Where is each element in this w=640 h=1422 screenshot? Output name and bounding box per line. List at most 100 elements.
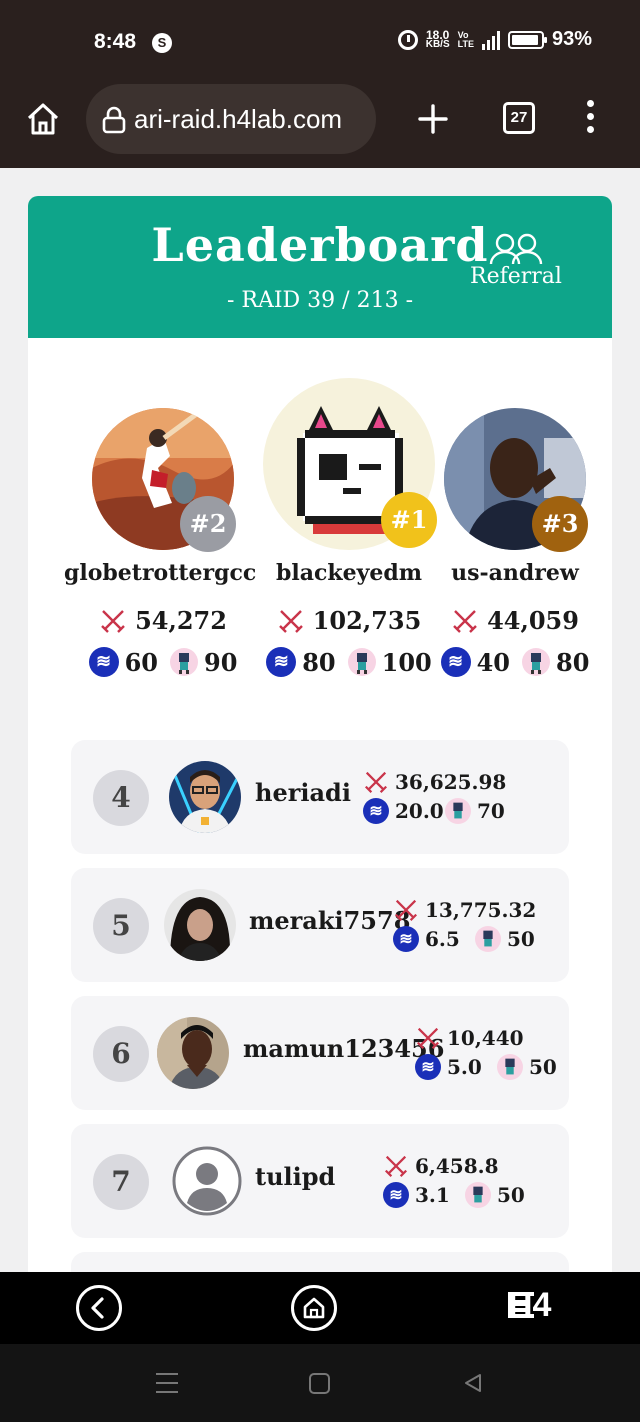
podium-tokens: 40 80 bbox=[430, 647, 600, 677]
avatar bbox=[169, 761, 241, 833]
sword-icon bbox=[453, 609, 477, 633]
row-score: 13,775.32 bbox=[393, 896, 536, 924]
raider-value: 50 bbox=[497, 1183, 525, 1207]
podium-name: blackeyedm bbox=[275, 560, 423, 586]
battery-percent: 93% bbox=[551, 28, 592, 50]
raider-value: 70 bbox=[477, 799, 505, 823]
ranking-row[interactable]: 5 meraki7578 13,775.32 6.5 50 bbox=[71, 868, 569, 982]
row-tokens: 6.5 50 bbox=[393, 924, 536, 954]
raider-value: 50 bbox=[507, 927, 535, 951]
raider-icon bbox=[170, 648, 198, 676]
browser-toolbar: ari-raid.h4lab.com 27 bbox=[0, 84, 640, 168]
ranking-row[interactable]: 6 mamun123456 10,440 5.0 50 bbox=[71, 996, 569, 1110]
row-rank: 4 bbox=[93, 770, 149, 826]
raider-icon bbox=[347, 648, 376, 676]
steem-value: 5.0 bbox=[447, 1055, 482, 1079]
avatar bbox=[164, 889, 236, 961]
row-name: tulipd bbox=[255, 1162, 336, 1191]
new-tab-plus-icon[interactable] bbox=[414, 100, 452, 138]
ranking-row[interactable]: 4 heriadi 36,625.98 20.0 70 bbox=[71, 740, 569, 854]
sword-icon bbox=[101, 609, 125, 633]
avatar bbox=[157, 1017, 229, 1089]
steem-icon bbox=[363, 798, 389, 824]
rank-badge: #2 bbox=[180, 496, 236, 552]
volte-indicator: Vo LTE bbox=[457, 29, 474, 49]
ranking-row[interactable] bbox=[71, 1252, 569, 1272]
home-button[interactable] bbox=[291, 1285, 337, 1331]
steem-icon bbox=[383, 1182, 409, 1208]
rank-badge: #3 bbox=[532, 496, 588, 552]
tabs-counter-button[interactable]: 27 bbox=[503, 102, 535, 134]
steem-value: 40 bbox=[476, 647, 510, 677]
steem-value: 60 bbox=[124, 647, 158, 677]
raider-icon bbox=[475, 926, 501, 952]
podium-score: 54,272 bbox=[68, 606, 258, 635]
raider-value: 90 bbox=[204, 647, 238, 677]
sword-icon bbox=[384, 1155, 408, 1178]
leaderboard-header: Leaderboard - RAID 39 / 213 - Referral bbox=[28, 196, 612, 338]
system-nav-bar bbox=[0, 1344, 640, 1422]
status-bar: 8:48 S 18.0 KB/S Vo LTE 93% bbox=[0, 0, 640, 84]
score-value: 13,775.32 bbox=[425, 898, 537, 922]
podium-rank-1[interactable]: #1 blackeyedm 102,735 80 100 bbox=[254, 378, 444, 677]
steem-value: 3.1 bbox=[415, 1183, 450, 1207]
menu-icon[interactable] bbox=[580, 100, 600, 140]
signal-icon bbox=[481, 30, 500, 50]
steem-icon bbox=[440, 647, 471, 677]
raider-icon bbox=[465, 1182, 491, 1208]
sword-icon bbox=[364, 771, 388, 794]
referral-icon bbox=[489, 233, 543, 265]
podium-score: 44,059 bbox=[430, 606, 600, 635]
status-time: 8:48 bbox=[94, 30, 137, 53]
system-back-icon[interactable] bbox=[462, 1372, 484, 1394]
steem-icon bbox=[266, 647, 297, 677]
steem-icon bbox=[88, 647, 119, 677]
sword-icon bbox=[416, 1027, 440, 1050]
score-value: 6,458.8 bbox=[415, 1154, 499, 1178]
score-value: 36,625.98 bbox=[395, 770, 507, 794]
row-score: 6,458.8 bbox=[383, 1152, 525, 1180]
url-text: ari-raid.h4lab.com bbox=[134, 104, 343, 134]
address-bar[interactable]: ari-raid.h4lab.com bbox=[86, 84, 376, 154]
default-avatar-icon bbox=[171, 1145, 243, 1217]
home-icon bbox=[303, 1297, 325, 1319]
score-value: 54,272 bbox=[135, 606, 227, 635]
score-value: 102,735 bbox=[312, 606, 422, 635]
brand-logo[interactable]: H4 bbox=[508, 1286, 551, 1325]
raider-icon bbox=[497, 1054, 523, 1080]
podium-tokens: 60 90 bbox=[68, 647, 258, 677]
row-tokens: 3.1 50 bbox=[383, 1180, 525, 1210]
chevron-left-icon bbox=[91, 1297, 104, 1319]
alarm-icon bbox=[397, 29, 418, 50]
podium-score: 102,735 bbox=[254, 606, 444, 635]
sword-icon bbox=[394, 899, 418, 922]
status-indicators: 18.0 KB/S Vo LTE 93% bbox=[397, 28, 592, 51]
referral-label: Referral bbox=[470, 264, 562, 289]
network-speed: 18.0 KB/S bbox=[426, 29, 450, 50]
lock-icon[interactable] bbox=[100, 106, 128, 134]
row-rank: 7 bbox=[93, 1154, 149, 1210]
row-tokens: 20.0 70 bbox=[363, 796, 506, 826]
system-home-button[interactable] bbox=[309, 1373, 330, 1394]
raider-icon bbox=[522, 648, 550, 676]
podium-rank-3[interactable]: #3 us-andrew 44,059 40 80 bbox=[430, 408, 600, 677]
battery-icon bbox=[507, 30, 547, 49]
steem-value: 80 bbox=[302, 647, 336, 677]
row-stats: 6,458.8 3.1 50 bbox=[383, 1152, 525, 1210]
podium-rank-2[interactable]: #2 globetrottergcc 54,272 60 90 bbox=[64, 408, 258, 677]
row-rank: 5 bbox=[93, 898, 149, 954]
row-rank: 6 bbox=[93, 1026, 149, 1082]
steem-icon bbox=[415, 1054, 441, 1080]
home-icon[interactable] bbox=[24, 100, 62, 138]
referral-toggle[interactable]: Referral bbox=[466, 232, 566, 289]
sword-icon bbox=[278, 609, 303, 633]
recent-apps-button[interactable] bbox=[156, 1373, 178, 1393]
page-content: Leaderboard - RAID 39 / 213 - Referral #… bbox=[0, 168, 640, 1272]
raider-value: 100 bbox=[381, 647, 432, 677]
podium-name: us-andrew bbox=[451, 560, 579, 586]
steem-value: 6.5 bbox=[425, 927, 460, 951]
ranking-row[interactable]: 7 tulipd 6,458.8 3.1 50 bbox=[71, 1124, 569, 1238]
podium-name: globetrottergcc bbox=[64, 560, 257, 586]
back-button[interactable] bbox=[76, 1285, 122, 1331]
row-score: 10,440 bbox=[415, 1024, 557, 1052]
